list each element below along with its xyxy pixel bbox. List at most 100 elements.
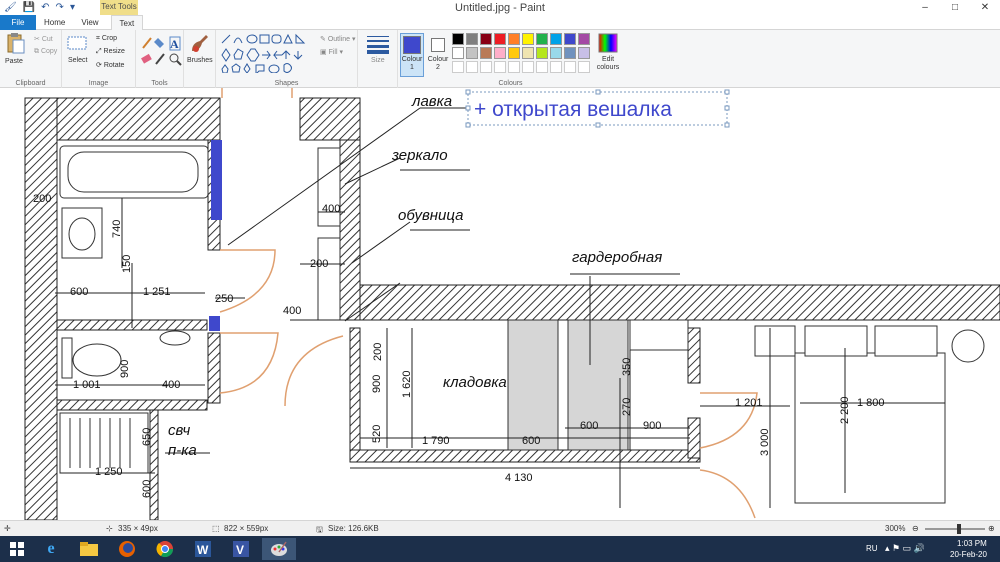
drawing-canvas[interactable]: лавка зеркало обувница гардеробная кладо… xyxy=(0,88,1000,520)
clock-time[interactable]: 1:03 PM xyxy=(957,539,987,548)
size-button[interactable]: Size xyxy=(358,30,398,88)
tab-text[interactable]: Text xyxy=(110,15,144,30)
palette-swatch[interactable] xyxy=(508,61,520,73)
dim-label: 520 xyxy=(371,425,383,443)
paste-button[interactable]: Paste xyxy=(4,33,28,73)
dim-label: 1 620 xyxy=(401,370,413,398)
dim-label: 270 xyxy=(621,398,633,416)
cut-button[interactable]: ✂ Cut xyxy=(34,35,53,43)
wall xyxy=(349,327,361,459)
dim-label: 600 xyxy=(141,480,153,498)
wall xyxy=(24,97,58,520)
pillow xyxy=(874,325,938,357)
outline-dropdown[interactable]: ✎ Outline ▾ xyxy=(320,35,355,43)
word-icon: W xyxy=(195,541,211,557)
palette-swatch[interactable] xyxy=(452,61,464,73)
tab-file[interactable]: File xyxy=(0,15,36,30)
tab-home[interactable]: Home xyxy=(36,15,73,30)
select-button[interactable]: Select xyxy=(66,35,92,71)
dim-label: 150 xyxy=(121,255,133,273)
palette-swatch[interactable] xyxy=(536,61,548,73)
crop-button[interactable]: ⌗ Crop xyxy=(96,35,117,43)
wall xyxy=(339,139,361,321)
palette-swatch[interactable] xyxy=(522,61,534,73)
start-button[interactable] xyxy=(0,538,34,560)
palette-swatch[interactable] xyxy=(466,47,478,59)
dim-label: 1 001 xyxy=(73,379,101,391)
label-zerkalo: зеркало xyxy=(391,147,448,164)
edit-colours-button[interactable]: Edit colours xyxy=(594,33,622,77)
colour2-swatch xyxy=(431,38,445,52)
selection-size-icon: ⬚ xyxy=(212,524,220,533)
palette-swatch[interactable] xyxy=(452,33,464,45)
taskbar-explorer[interactable] xyxy=(72,538,106,560)
palette-swatch[interactable] xyxy=(550,33,562,45)
palette-swatch[interactable] xyxy=(494,61,506,73)
wall xyxy=(149,409,159,520)
palette-swatch[interactable] xyxy=(452,47,464,59)
tab-view[interactable]: View xyxy=(73,15,106,30)
taskbar-paint[interactable] xyxy=(262,538,296,560)
window-title: Untitled.jpg - Paint xyxy=(455,2,545,14)
clock-date[interactable]: 20-Feb-20 xyxy=(950,550,987,559)
windows-icon xyxy=(10,542,24,556)
maximize-button[interactable]: □ xyxy=(940,0,970,15)
fill-dropdown[interactable]: ▣ Fill ▾ xyxy=(320,48,343,56)
zoom-slider[interactable] xyxy=(925,524,985,534)
palette-swatch[interactable] xyxy=(578,47,590,59)
minimize-button[interactable]: – xyxy=(910,0,940,15)
colour2-button[interactable]: Colour 2 xyxy=(426,33,450,77)
cursor-position-icon2: ⊹ xyxy=(106,524,113,533)
palette-swatch[interactable] xyxy=(480,47,492,59)
palette-swatch[interactable] xyxy=(480,61,492,73)
file-size: Size: 126.6KB xyxy=(328,524,379,533)
dim-label: 600 xyxy=(580,420,598,432)
palette-swatch[interactable] xyxy=(466,61,478,73)
firefox-icon xyxy=(119,541,135,557)
zoom-in-button[interactable]: ⊕ xyxy=(988,524,995,533)
palette-swatch[interactable] xyxy=(508,33,520,45)
resize-button[interactable]: ⤢ Resize xyxy=(96,48,125,56)
lamp xyxy=(951,329,985,363)
taskbar-ie[interactable]: e xyxy=(34,538,68,560)
taskbar-visio[interactable]: V xyxy=(224,538,258,560)
rotate-button[interactable]: ⟳ Rotate xyxy=(96,61,124,69)
taskbar-chrome[interactable] xyxy=(148,538,182,560)
zoom-out-button[interactable]: ⊖ xyxy=(912,524,919,533)
paint-palette-icon xyxy=(271,541,287,556)
palette-swatch[interactable] xyxy=(564,61,576,73)
palette-swatch[interactable] xyxy=(480,33,492,45)
palette-swatch[interactable] xyxy=(466,33,478,45)
close-button[interactable]: ✕ xyxy=(970,0,1000,15)
palette-swatch[interactable] xyxy=(578,61,590,73)
copy-button[interactable]: ⧉ Copy xyxy=(34,48,57,56)
palette-swatch[interactable] xyxy=(522,47,534,59)
palette-swatch[interactable] xyxy=(536,33,548,45)
palette-swatch[interactable] xyxy=(564,33,576,45)
language-indicator[interactable]: RU xyxy=(866,544,878,553)
palette-swatch[interactable] xyxy=(550,61,562,73)
palette-swatch[interactable] xyxy=(494,33,506,45)
ie-icon: e xyxy=(47,540,55,557)
dim-label: 1 790 xyxy=(422,435,450,447)
taskbar-firefox[interactable] xyxy=(110,538,144,560)
palette-swatch[interactable] xyxy=(522,33,534,45)
shapes-gallery[interactable] xyxy=(220,33,320,73)
tools-icons[interactable]: A xyxy=(140,36,188,76)
dim-label: 200 xyxy=(33,193,51,205)
palette-swatch[interactable] xyxy=(564,47,576,59)
tray-icons[interactable]: ▴ ⚑ ▭ 🔊 xyxy=(885,543,925,554)
palette-swatch[interactable] xyxy=(494,47,506,59)
dim-label: 600 xyxy=(522,435,540,447)
brushes-button[interactable]: Brushes xyxy=(184,30,216,88)
zoom-slider-thumb[interactable] xyxy=(957,524,961,534)
shelf-gray xyxy=(507,319,559,451)
palette-swatch[interactable] xyxy=(508,47,520,59)
colour1-button[interactable]: Colour 1 xyxy=(400,33,424,77)
palette-swatch[interactable] xyxy=(578,33,590,45)
taskbar: e W V RU ▴ ⚑ ▭ 🔊 1:03 PM 20-Feb-20 xyxy=(0,536,1000,562)
taskbar-word[interactable]: W xyxy=(186,538,220,560)
palette-swatch[interactable] xyxy=(536,47,548,59)
palette-swatch[interactable] xyxy=(550,47,562,59)
text-box-content[interactable]: + открытая вешалка xyxy=(474,98,672,121)
